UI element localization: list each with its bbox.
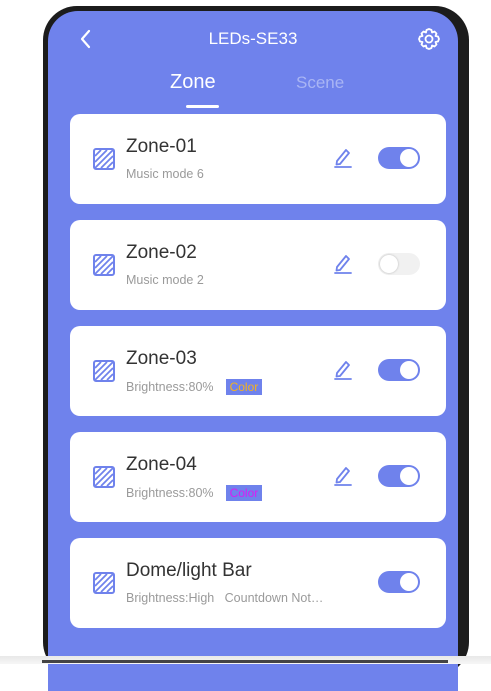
tab-zone[interactable]: Zone	[170, 71, 216, 94]
pencil-icon	[334, 361, 352, 380]
zone-card[interactable]: Zone-01 Music mode 6	[70, 114, 446, 204]
toggle-knob	[400, 467, 418, 485]
zone-subtitle: Brightness:80% Color	[126, 379, 263, 395]
zone-toggle[interactable]	[378, 465, 420, 487]
phone-bottom-edge	[42, 660, 448, 663]
zone-card[interactable]: Dome/light Bar Brightness:High Countdown…	[70, 538, 446, 628]
color-tag: Color	[225, 485, 263, 501]
zone-toggle[interactable]	[378, 253, 420, 275]
zone-subtitle: Music mode 6	[126, 167, 204, 181]
zone-card[interactable]: Zone-03 Brightness:80% Color	[70, 326, 446, 416]
gear-icon	[418, 28, 440, 50]
color-tag: Color	[225, 379, 263, 395]
settings-button[interactable]	[416, 26, 442, 52]
tab-bar: Zone Scene	[48, 71, 458, 111]
page-title: LEDs-SE33	[208, 29, 298, 48]
zone-name: Zone-04	[126, 454, 197, 475]
zone-subtitle: Brightness:80% Color	[126, 485, 263, 501]
pencil-icon	[334, 149, 352, 168]
toggle-knob	[400, 149, 418, 167]
zone-mode-text: Music mode 6	[126, 167, 204, 181]
zone-brightness-text: Brightness:80%	[126, 380, 214, 394]
toggle-knob	[400, 361, 418, 379]
pencil-icon	[334, 255, 352, 274]
zone-brightness-text: Brightness:High Countdown Not…	[126, 591, 324, 605]
zone-name: Zone-03	[126, 348, 197, 369]
zone-mode-text: Music mode 2	[126, 273, 204, 287]
zone-pattern-icon	[92, 359, 116, 383]
edit-button[interactable]	[331, 357, 355, 381]
header: LEDs-SE33	[48, 11, 458, 67]
active-tab-indicator	[186, 105, 219, 108]
edit-button[interactable]	[331, 251, 355, 275]
edit-button[interactable]	[331, 145, 355, 169]
zone-name: Dome/light Bar	[126, 560, 252, 581]
zone-toggle[interactable]	[378, 147, 420, 169]
zone-toggle[interactable]	[378, 571, 420, 593]
zone-card[interactable]: Zone-04 Brightness:80% Color	[70, 432, 446, 522]
zone-subtitle: Brightness:High Countdown Not…	[126, 591, 323, 605]
zone-pattern-icon	[92, 571, 116, 595]
zone-pattern-icon	[92, 147, 116, 171]
zone-name: Zone-02	[126, 242, 197, 263]
zone-subtitle: Music mode 2	[126, 273, 204, 287]
phone-frame: LEDs-SE33 Zone Scene Zone-01 Music mode …	[43, 6, 469, 691]
zone-pattern-icon	[92, 253, 116, 277]
zone-name: Zone-01	[126, 136, 197, 157]
zone-card[interactable]: Zone-02 Music mode 2	[70, 220, 446, 310]
tab-scene[interactable]: Scene	[296, 73, 344, 93]
toggle-knob	[400, 573, 418, 591]
pencil-icon	[334, 467, 352, 486]
toggle-knob	[380, 255, 398, 273]
zone-pattern-icon	[92, 465, 116, 489]
zone-brightness-text: Brightness:80%	[126, 486, 214, 500]
zone-toggle[interactable]	[378, 359, 420, 381]
edit-button[interactable]	[331, 463, 355, 487]
app-screen: LEDs-SE33 Zone Scene Zone-01 Music mode …	[48, 11, 458, 691]
